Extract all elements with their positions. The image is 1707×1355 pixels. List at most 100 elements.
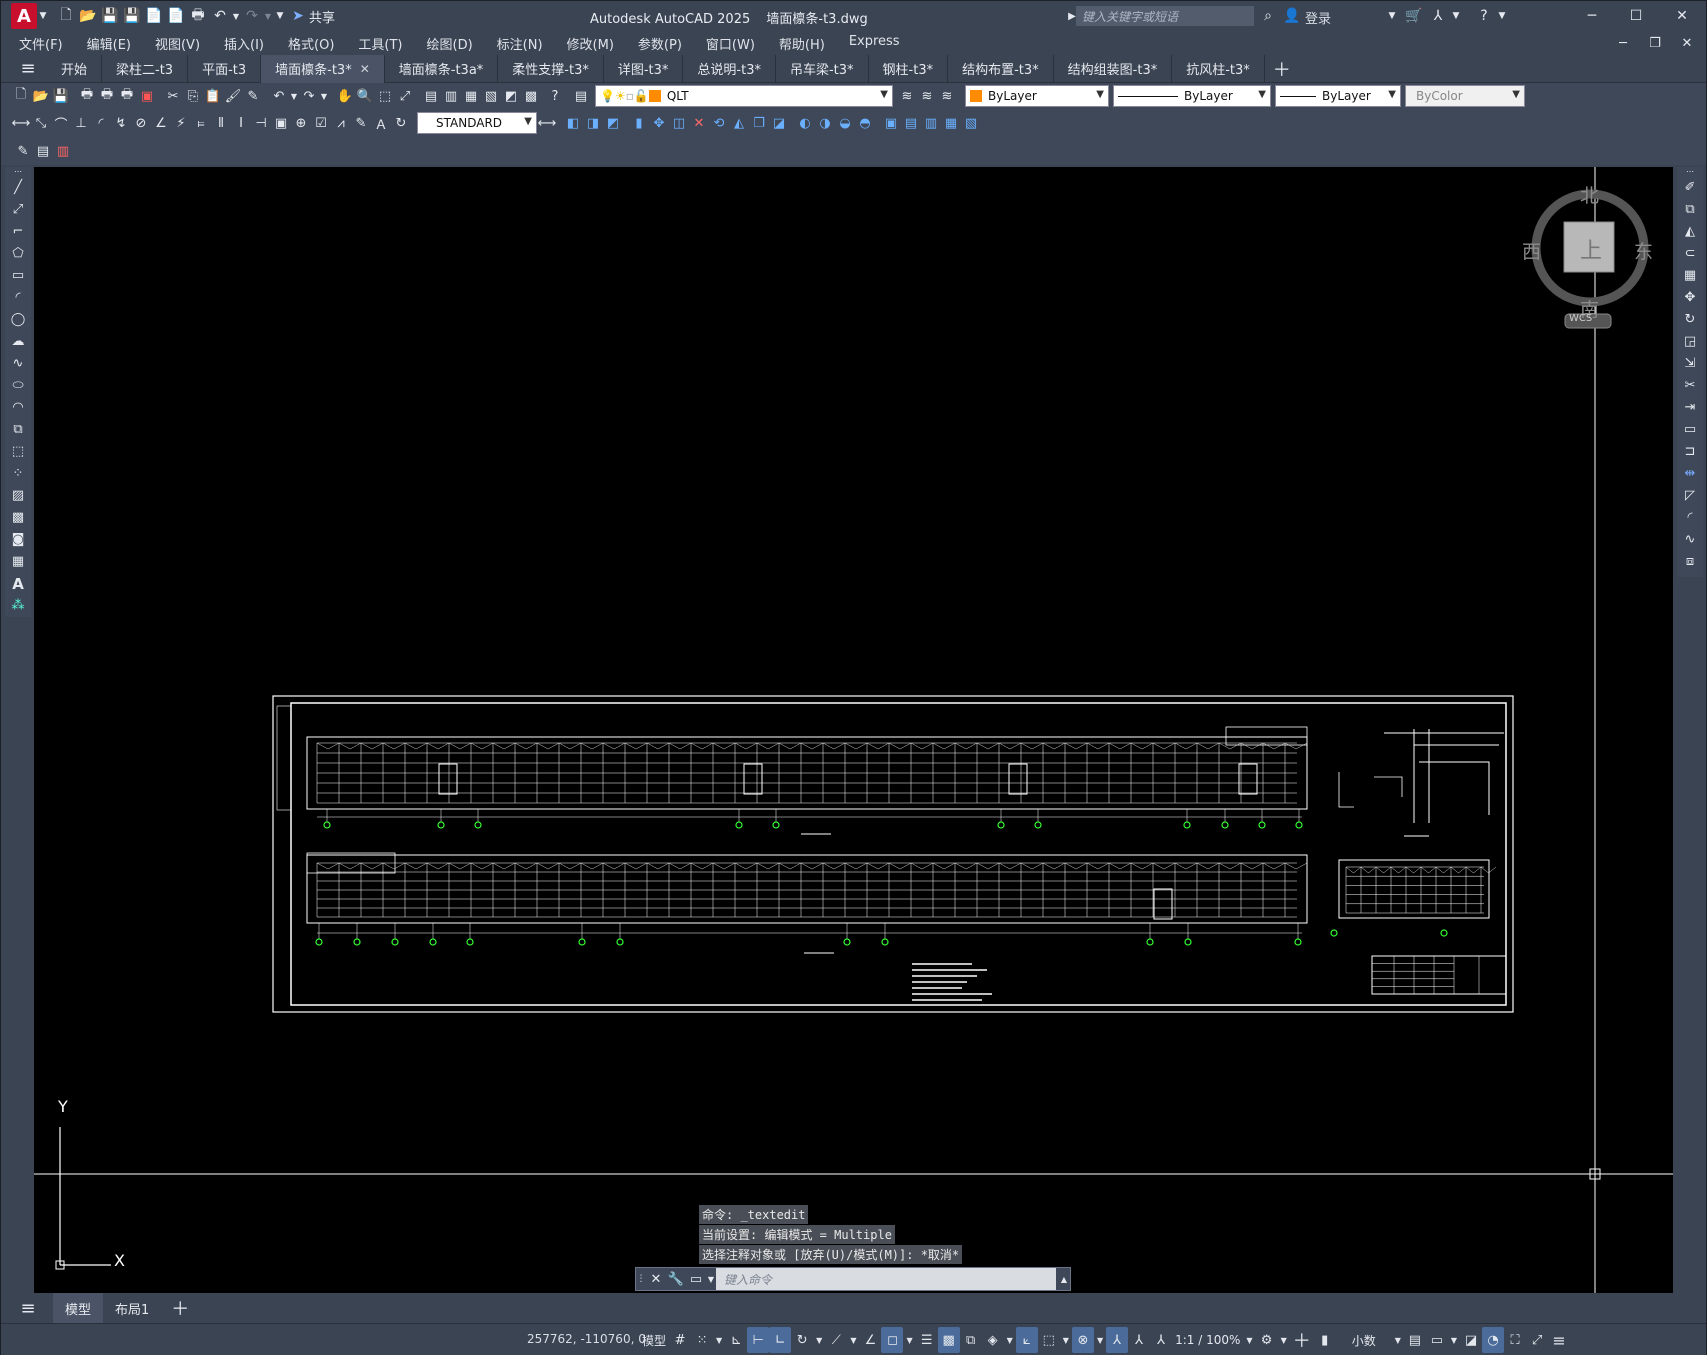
infer-constraints-icon[interactable]: ⊾	[725, 1327, 747, 1353]
transparency-icon[interactable]: ▩	[937, 1327, 960, 1353]
jogged-linear-icon[interactable]: ⩘	[331, 113, 351, 133]
line-icon[interactable]: ╱	[5, 177, 31, 199]
command-line-grip[interactable]: ⋮	[636, 1269, 646, 1289]
rotate-faces-icon[interactable]: ⟲	[709, 113, 729, 133]
selection-filter-icon[interactable]: ⬚	[1038, 1327, 1060, 1353]
compass-east-label[interactable]: 东	[1634, 237, 1653, 264]
block-attribute-icon[interactable]: ▥	[53, 141, 73, 161]
3d-print-icon[interactable]: ▣	[137, 86, 157, 106]
file-tab[interactable]: 开始	[47, 54, 103, 83]
menu-item[interactable]: 格式(O)	[276, 34, 346, 53]
plot-preview-icon[interactable]: 🖶	[97, 86, 117, 106]
extrude-edges-icon[interactable]: ▤	[901, 113, 921, 133]
file-tab[interactable]: 结构组装图-t3*	[1054, 54, 1173, 83]
units-value[interactable]: 小数	[1336, 1327, 1392, 1353]
snap-icon[interactable]: ⁙	[691, 1327, 713, 1353]
layer-previous-icon[interactable]: ≋	[917, 86, 937, 106]
gradient-icon[interactable]: ▩	[5, 507, 31, 529]
circle-icon[interactable]: ◯	[5, 309, 31, 331]
redo-toolbar-dropdown-icon[interactable]: ▼	[319, 86, 329, 106]
menu-item[interactable]: 帮助(H)	[767, 34, 837, 53]
solid-edit-icon[interactable]: ▧	[961, 113, 981, 133]
color-dropdown[interactable]: ByLayer ▼	[965, 85, 1109, 107]
trim-icon[interactable]: ✂	[1677, 375, 1703, 397]
make-block-icon[interactable]: ⬚	[5, 441, 31, 463]
union-icon[interactable]: ◧	[563, 113, 583, 133]
isolate-objects-icon[interactable]: ◪	[1460, 1327, 1482, 1353]
hardware-acceleration-icon[interactable]: ◔	[1482, 1327, 1505, 1353]
calculator-icon[interactable]: ▩	[521, 86, 541, 106]
layer-freeze-icon[interactable]: ☀	[615, 89, 626, 103]
dim-space-icon[interactable]: Ⅰ	[231, 113, 251, 133]
menu-item[interactable]: 参数(P)	[626, 34, 694, 53]
compass-north-label[interactable]: 北	[1580, 181, 1599, 208]
taper-faces-icon[interactable]: ◭	[729, 113, 749, 133]
menu-item[interactable]: 标注(N)	[485, 34, 555, 53]
block-editor-icon[interactable]: ✎	[243, 86, 263, 106]
extend-icon[interactable]: ⇥	[1677, 397, 1703, 419]
selection-filter-dropdown-icon[interactable]: ▼	[1060, 1327, 1072, 1353]
polygon-icon[interactable]: ⬠	[5, 243, 31, 265]
region-icon[interactable]: ◙	[5, 529, 31, 551]
recent-commands-icon[interactable]: ▭	[686, 1269, 706, 1289]
imprint-icon[interactable]: ◐	[795, 113, 815, 133]
layout-tab[interactable]: 布局1	[103, 1293, 161, 1323]
workspace-dropdown-icon[interactable]: ▼	[1278, 1327, 1290, 1353]
app-menu-dropdown-icon[interactable]: ▼	[37, 5, 49, 27]
add-selected-icon[interactable]: ⁂	[5, 595, 31, 617]
move-faces-icon[interactable]: ✥	[649, 113, 669, 133]
linear-dim-icon[interactable]: ⟷	[11, 113, 31, 133]
join-icon[interactable]: ⇹	[1677, 463, 1703, 485]
file-tab[interactable]: 结构布置-t3*	[948, 54, 1054, 83]
quick-properties-icon[interactable]: ▤	[1404, 1327, 1426, 1353]
erase-icon[interactable]: ✐	[1677, 177, 1703, 199]
check-icon[interactable]: ▣	[881, 113, 901, 133]
blend-curves-icon[interactable]: ∿	[1677, 529, 1703, 551]
share-label[interactable]: 共享	[309, 7, 335, 26]
customize-qat-icon[interactable]: ▼	[273, 5, 287, 27]
recent-commands-dropdown-icon[interactable]: ▼	[706, 1269, 716, 1289]
units-dropdown-icon[interactable]: ▼	[1392, 1327, 1404, 1353]
file-tab[interactable]: 总说明-t3*	[683, 54, 776, 83]
menu-item[interactable]: 工具(T)	[346, 34, 414, 53]
baseline-dim-icon[interactable]: ⫢	[191, 113, 211, 133]
drawing-canvas[interactable]: 北 南 东 西 上 WCS Y X	[34, 167, 1673, 1293]
ellipse-icon[interactable]: ⬭	[5, 375, 31, 397]
layer-viewport-icon[interactable]: ▫	[626, 89, 634, 103]
snap-dropdown-icon[interactable]: ▼	[713, 1327, 725, 1353]
redo-icon[interactable]: ↷	[241, 5, 263, 27]
pan-icon[interactable]: ✋	[335, 86, 355, 106]
fullscreen-icon[interactable]: ⤢	[1526, 1327, 1548, 1353]
undo-toolbar-dropdown-icon[interactable]: ▼	[289, 86, 299, 106]
shell-icon[interactable]: ◓	[855, 113, 875, 133]
spline-icon[interactable]: ∿	[5, 353, 31, 375]
new-tab-icon[interactable]: ＋	[1271, 58, 1293, 81]
toolbar-grip[interactable]: ⋯	[1677, 167, 1703, 177]
scale-icon[interactable]: ◲	[1677, 331, 1703, 353]
file-tab[interactable]: 墙面檩条-t3a*	[385, 54, 499, 83]
doc-close-icon[interactable]: ✕	[1677, 33, 1697, 53]
workspace-gear-icon[interactable]: ⚙	[1256, 1327, 1278, 1353]
web-open-icon[interactable]: 📄	[143, 5, 165, 27]
menu-item[interactable]: 编辑(E)	[75, 34, 143, 53]
save-icon[interactable]: 💾	[99, 5, 121, 27]
dynamic-input-icon[interactable]: ⊢	[747, 1327, 770, 1353]
menu-item[interactable]: 插入(I)	[212, 34, 276, 53]
offset-faces-icon[interactable]: ◫	[669, 113, 689, 133]
arc-length-icon[interactable]: ⌒	[51, 113, 71, 133]
lock-ui-dropdown-icon[interactable]: ▼	[1448, 1327, 1460, 1353]
polyline-icon[interactable]: ⌐	[5, 221, 31, 243]
break-at-point-icon[interactable]: ▭	[1677, 419, 1703, 441]
layer-dropdown[interactable]: 💡 ☀ ▫ 🔓 QLT ▼	[595, 85, 893, 107]
ordinate-dim-icon[interactable]: ⊥	[71, 113, 91, 133]
make-current-layer-icon[interactable]: ≋	[897, 86, 917, 106]
units-icon[interactable]: ▮	[1314, 1327, 1336, 1353]
zoom-realtime-icon[interactable]: 🔍	[355, 86, 375, 106]
multiline-text-icon[interactable]: A	[5, 573, 31, 595]
osnap-dropdown-icon[interactable]: ▼	[903, 1327, 915, 1353]
open-file-icon[interactable]: 📂	[77, 5, 99, 27]
grid-icon[interactable]: #	[669, 1327, 691, 1353]
login-label[interactable]: 登录	[1305, 8, 1331, 27]
app-menu-button[interactable]: A	[11, 3, 37, 29]
file-tab[interactable]: 墙面檩条-t3* ✕	[261, 54, 385, 83]
